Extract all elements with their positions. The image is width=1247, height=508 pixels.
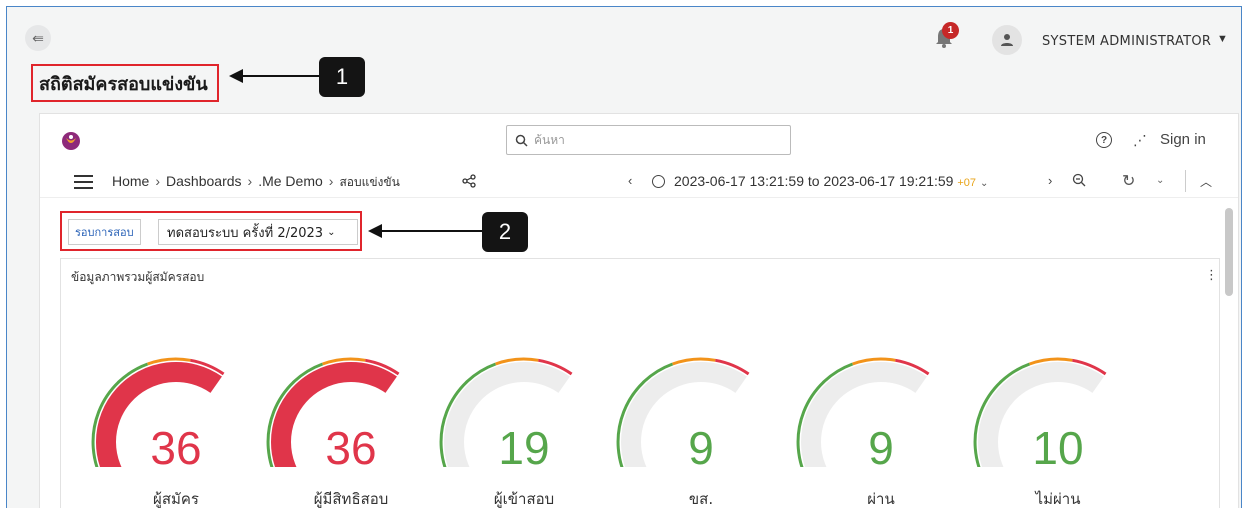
gauge: 10 ไม่ผ่าน — [973, 317, 1143, 508]
time-range-text: 2023-06-17 13:21:59 to 2023-06-17 19:21:… — [674, 173, 954, 189]
breadcrumb-bar: Home › Dashboards › .Me Demo › สอบแข่งขัน ‹ 20… — [40, 164, 1238, 198]
callout-2: 2 — [482, 212, 528, 252]
gauge-label: ผู้เข้าสอบ — [493, 490, 555, 508]
filter-label: รอบการสอบ — [68, 219, 141, 245]
search-placeholder: ค้นหา — [534, 132, 565, 147]
breadcrumb: Home › Dashboards › .Me Demo › สอบแข่งขัน — [112, 173, 400, 192]
chevron-up-icon[interactable]: ︿ — [1200, 173, 1212, 190]
clock-icon — [652, 175, 665, 188]
page-title: สถิติสมัครสอบแข่งขัน — [39, 73, 208, 95]
chevron-down-icon: ⌄ — [980, 178, 989, 189]
gauge: 36 ผู้สมัคร — [91, 317, 261, 508]
time-range-picker[interactable]: 2023-06-17 13:21:59 to 2023-06-17 19:21:… — [674, 173, 988, 189]
gauge-value: 36 — [325, 422, 377, 474]
breadcrumb-current[interactable]: สอบแข่งขัน — [339, 175, 399, 189]
callout-1: 1 — [319, 57, 365, 97]
share-icon[interactable] — [462, 174, 476, 191]
time-forward-icon[interactable]: › — [1048, 173, 1052, 188]
panel-title: ข้อมูลภาพรวมผู้สมัครสอบ — [71, 270, 205, 284]
chevron-right-icon: › — [155, 173, 161, 189]
gauge-label: ผู้มีสิทธิสอบ — [313, 490, 389, 508]
exam-round-select[interactable]: ทดสอบระบบ ครั้งที่ 2/2023 ⌄ — [158, 219, 358, 245]
gauge-panel: ข้อมูลภาพรวมผู้สมัครสอบ ⋮ 36 ผู้สมัคร 36 ผู… — [60, 258, 1220, 508]
rss-icon[interactable]: ⋰ — [1133, 132, 1147, 149]
more-vertical-icon[interactable]: ⋮ — [1205, 267, 1218, 283]
gauge-value: 9 — [688, 422, 714, 474]
help-icon[interactable]: ? — [1096, 132, 1112, 148]
scrollbar-thumb[interactable] — [1225, 208, 1233, 296]
breadcrumb-folder[interactable]: .Me Demo — [258, 173, 323, 189]
gauge-label: ผู้สมัคร — [153, 490, 199, 508]
avatar[interactable] — [992, 25, 1022, 55]
sign-in-link[interactable]: Sign in — [1160, 131, 1206, 148]
chevron-down-icon[interactable]: ⌄ — [1156, 175, 1164, 186]
refresh-icon[interactable]: ↻ — [1122, 171, 1135, 191]
gauge-value: 10 — [1032, 422, 1084, 474]
gauge-label: ผ่าน — [867, 490, 895, 508]
arrow-line — [380, 230, 482, 232]
search-input[interactable]: ค้นหา — [506, 125, 791, 155]
chevron-right-icon: › — [247, 173, 253, 189]
user-name[interactable]: SYSTEM ADMINISTRATOR — [1042, 34, 1211, 49]
app-window: ⇚ 1 SYSTEM ADMINISTRATOR ▼ สถิติสมัครสอบ… — [6, 6, 1242, 508]
gauge: 19 ผู้เข้าสอบ — [439, 317, 609, 508]
timezone-offset: +07 — [957, 177, 977, 189]
embedded-dashboard: ค้นหา ? ⋰ Sign in Home › Dashboards › .Me De… — [39, 113, 1239, 508]
breadcrumb-dashboards[interactable]: Dashboards — [166, 173, 242, 189]
notification-badge: 1 — [942, 22, 959, 39]
collapse-left-icon[interactable]: ⇚ — [25, 25, 51, 51]
gauge-label: ไม่ผ่าน — [1035, 490, 1081, 508]
chevron-down-icon[interactable]: ▼ — [1217, 33, 1228, 45]
chevron-right-icon: › — [328, 173, 334, 189]
time-back-icon[interactable]: ‹ — [628, 173, 632, 188]
gauge: 9 ผ่าน — [796, 317, 966, 508]
divider — [1185, 170, 1186, 192]
gauge-value: 36 — [150, 422, 202, 474]
app-logo-icon — [62, 132, 80, 150]
gauge-value: 9 — [868, 422, 894, 474]
gauge: 36 ผู้มีสิทธิสอบ — [266, 317, 436, 508]
gauge-value: 19 — [498, 422, 550, 474]
gauge: 9 ขส. — [616, 317, 786, 508]
page-title-highlight: สถิติสมัครสอบแข่งขัน — [31, 64, 219, 102]
breadcrumb-home[interactable]: Home — [112, 173, 149, 189]
user-icon — [1001, 34, 1013, 46]
gauge-label: ขส. — [688, 490, 714, 508]
zoom-out-icon[interactable] — [1072, 173, 1086, 190]
exam-round-value: ทดสอบระบบ ครั้งที่ 2/2023 — [167, 225, 324, 241]
chevron-down-icon: ⌄ — [327, 226, 336, 238]
arrow-line — [241, 75, 319, 77]
search-icon — [515, 134, 528, 147]
hamburger-menu-icon[interactable] — [74, 175, 93, 189]
